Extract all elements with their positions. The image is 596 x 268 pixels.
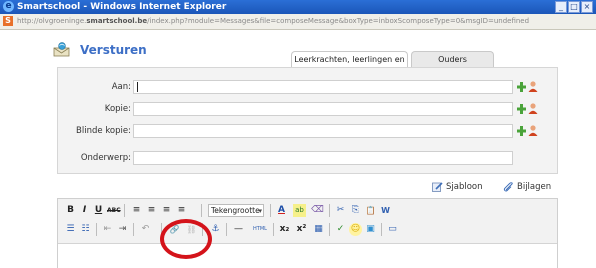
recipient-form: Aan: Kopie: Blinde kopie: Onderwerp:	[57, 67, 558, 174]
smartschool-s-icon: S	[3, 16, 13, 26]
font-color-icon[interactable]: A	[275, 204, 288, 217]
font-size-select[interactable]: Tekengrootte ▾	[208, 204, 264, 217]
cc-field[interactable]	[133, 102, 513, 116]
underline-icon[interactable]: U	[92, 204, 105, 217]
window-title-bar: e Smartschool - Windows Internet Explore…	[0, 0, 596, 14]
attachments-label: Bijlagen	[517, 182, 552, 192]
align-left-icon[interactable]: ≡	[130, 204, 143, 217]
url-prefix: http://olvgroeninge.	[17, 17, 87, 25]
template-button[interactable]: Sjabloon	[432, 181, 483, 193]
align-justify-icon[interactable]: ≡	[175, 204, 188, 217]
add-recipient-icon[interactable]	[517, 82, 526, 92]
toolbar-separator	[273, 223, 274, 236]
highlight-color-icon[interactable]: ab	[293, 204, 306, 217]
superscript-icon[interactable]: x²	[295, 223, 308, 236]
align-right-icon[interactable]: ≡	[160, 204, 173, 217]
close-icon[interactable]: ×	[581, 1, 593, 13]
cut-icon[interactable]: ✂	[334, 204, 347, 217]
emoticon-icon[interactable]: ☺	[349, 223, 362, 236]
highlight-circle	[160, 219, 212, 259]
bold-icon[interactable]: B	[64, 204, 77, 217]
toolbar-separator	[381, 223, 382, 236]
address-book-person-icon[interactable]	[528, 81, 538, 92]
ie-e-icon: e	[3, 1, 14, 12]
copy-icon[interactable]: ⎘	[349, 204, 362, 217]
toolbar-separator	[133, 223, 134, 236]
tab-teachers-students[interactable]: Leerkrachten, leerlingen en	[291, 51, 408, 67]
add-recipient-icon[interactable]	[517, 126, 526, 136]
subject-field[interactable]	[133, 151, 513, 165]
toolbar-separator	[329, 204, 330, 217]
align-center-icon[interactable]: ≡	[145, 204, 158, 217]
send-mail-icon	[53, 42, 70, 57]
window-title: Smartschool - Windows Internet Explorer	[17, 2, 227, 12]
outdent-icon[interactable]: ⇤	[101, 223, 114, 236]
html-source-icon[interactable]: HTML	[250, 223, 270, 236]
text-caret	[137, 82, 138, 92]
message-editor[interactable]: B I U ABC ≡ ≡ ≡ ≡ Tekengrootte ▾ A ab ⌫ ✂…	[57, 198, 558, 268]
address-book-person-icon[interactable]	[528, 103, 538, 114]
undo-icon[interactable]: ↶	[139, 223, 152, 236]
maximize-icon[interactable]: □	[568, 1, 580, 13]
bcc-field[interactable]	[133, 124, 513, 138]
toolbar-separator	[270, 204, 271, 217]
font-size-label: Tekengrootte	[211, 206, 260, 215]
toolbar-separator	[96, 223, 97, 236]
address-bar[interactable]: S http://olvgroeninge.smartschool.be/ind…	[0, 14, 596, 30]
clear-format-icon[interactable]: ⌫	[311, 204, 324, 217]
to-address-buttons	[517, 80, 541, 94]
toolbar-separator	[329, 223, 330, 236]
page-title: Versturen	[80, 43, 147, 57]
numbered-list-icon[interactable]: ☷	[79, 223, 92, 236]
attachments-button[interactable]: Bijlagen	[503, 181, 551, 193]
subject-label: Onderwerp:	[80, 153, 131, 163]
bcc-label: Blinde kopie:	[76, 126, 131, 136]
to-field[interactable]	[133, 80, 513, 94]
cc-address-buttons	[517, 102, 541, 116]
media-icon[interactable]: ▭	[386, 223, 399, 236]
toolbar-separator	[226, 223, 227, 236]
spellcheck-icon[interactable]: ✓	[334, 223, 347, 236]
horizontal-rule-icon[interactable]: —	[232, 223, 245, 236]
tab-parents[interactable]: Ouders	[411, 51, 494, 67]
chevron-down-icon: ▾	[258, 207, 262, 215]
url-path: /index.php?module=Messages&file=composeM…	[147, 17, 530, 25]
indent-icon[interactable]: ⇥	[116, 223, 129, 236]
cc-label: Kopie:	[104, 104, 131, 114]
insert-image-icon[interactable]: ▣	[364, 223, 377, 236]
url-text[interactable]: http://olvgroeninge.smartschool.be/index…	[17, 16, 529, 27]
minimize-icon[interactable]: _	[555, 1, 567, 13]
address-book-person-icon[interactable]	[528, 125, 538, 136]
to-label: Aan:	[111, 82, 131, 92]
paperclip-icon	[503, 181, 513, 191]
editor-body[interactable]	[58, 244, 557, 268]
bullet-list-icon[interactable]: ☰	[64, 223, 77, 236]
template-label: Sjabloon	[446, 182, 483, 192]
italic-icon[interactable]: I	[78, 204, 91, 217]
strikethrough-icon[interactable]: ABC	[107, 204, 121, 217]
window-controls: _ □ ×	[554, 1, 593, 13]
template-edit-icon	[432, 181, 443, 192]
toolbar-separator	[201, 204, 202, 217]
bcc-address-buttons	[517, 124, 541, 138]
insert-table-icon[interactable]: ▦	[312, 223, 325, 236]
add-recipient-icon[interactable]	[517, 104, 526, 114]
subscript-icon[interactable]: x₂	[278, 223, 291, 236]
toolbar-separator	[124, 204, 125, 217]
url-domain: smartschool.be	[86, 17, 148, 25]
paste-word-icon[interactable]: W	[379, 204, 392, 217]
paste-icon[interactable]: 📋	[364, 204, 377, 217]
editor-toolbar: B I U ABC ≡ ≡ ≡ ≡ Tekengrootte ▾ A ab ⌫ ✂…	[58, 199, 557, 244]
